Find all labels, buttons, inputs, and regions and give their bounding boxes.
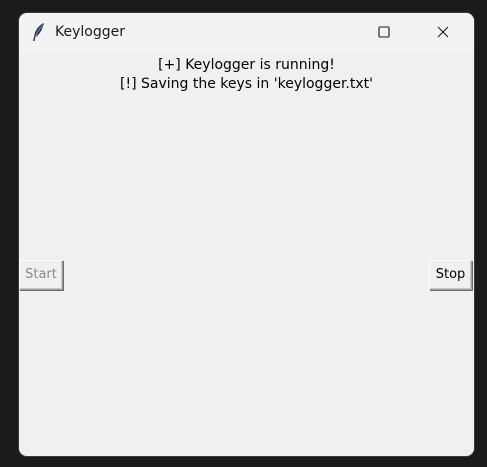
stop-button[interactable]: Stop — [429, 260, 472, 290]
status-saving-label: [!] Saving the keys in 'keylogger.txt' — [120, 76, 373, 92]
window-client-area: [+] Keylogger is running! [!] Saving the… — [19, 52, 474, 456]
status-running-label: [+] Keylogger is running! — [158, 57, 335, 73]
maximize-icon — [378, 23, 390, 42]
window-title: Keylogger — [55, 24, 125, 40]
minimize-icon — [323, 23, 335, 42]
close-icon — [437, 23, 449, 42]
minimize-button[interactable] — [306, 13, 352, 52]
start-button[interactable]: Start — [19, 260, 63, 290]
feather-icon — [31, 22, 47, 42]
desktop-background: Keylogger [+] Keylogger is running! [!] … — [0, 0, 487, 467]
close-button[interactable] — [420, 13, 466, 52]
keylogger-window: Keylogger [+] Keylogger is running! [!] … — [19, 13, 474, 456]
title-bar[interactable]: Keylogger — [19, 13, 474, 52]
maximize-button[interactable] — [361, 13, 407, 52]
